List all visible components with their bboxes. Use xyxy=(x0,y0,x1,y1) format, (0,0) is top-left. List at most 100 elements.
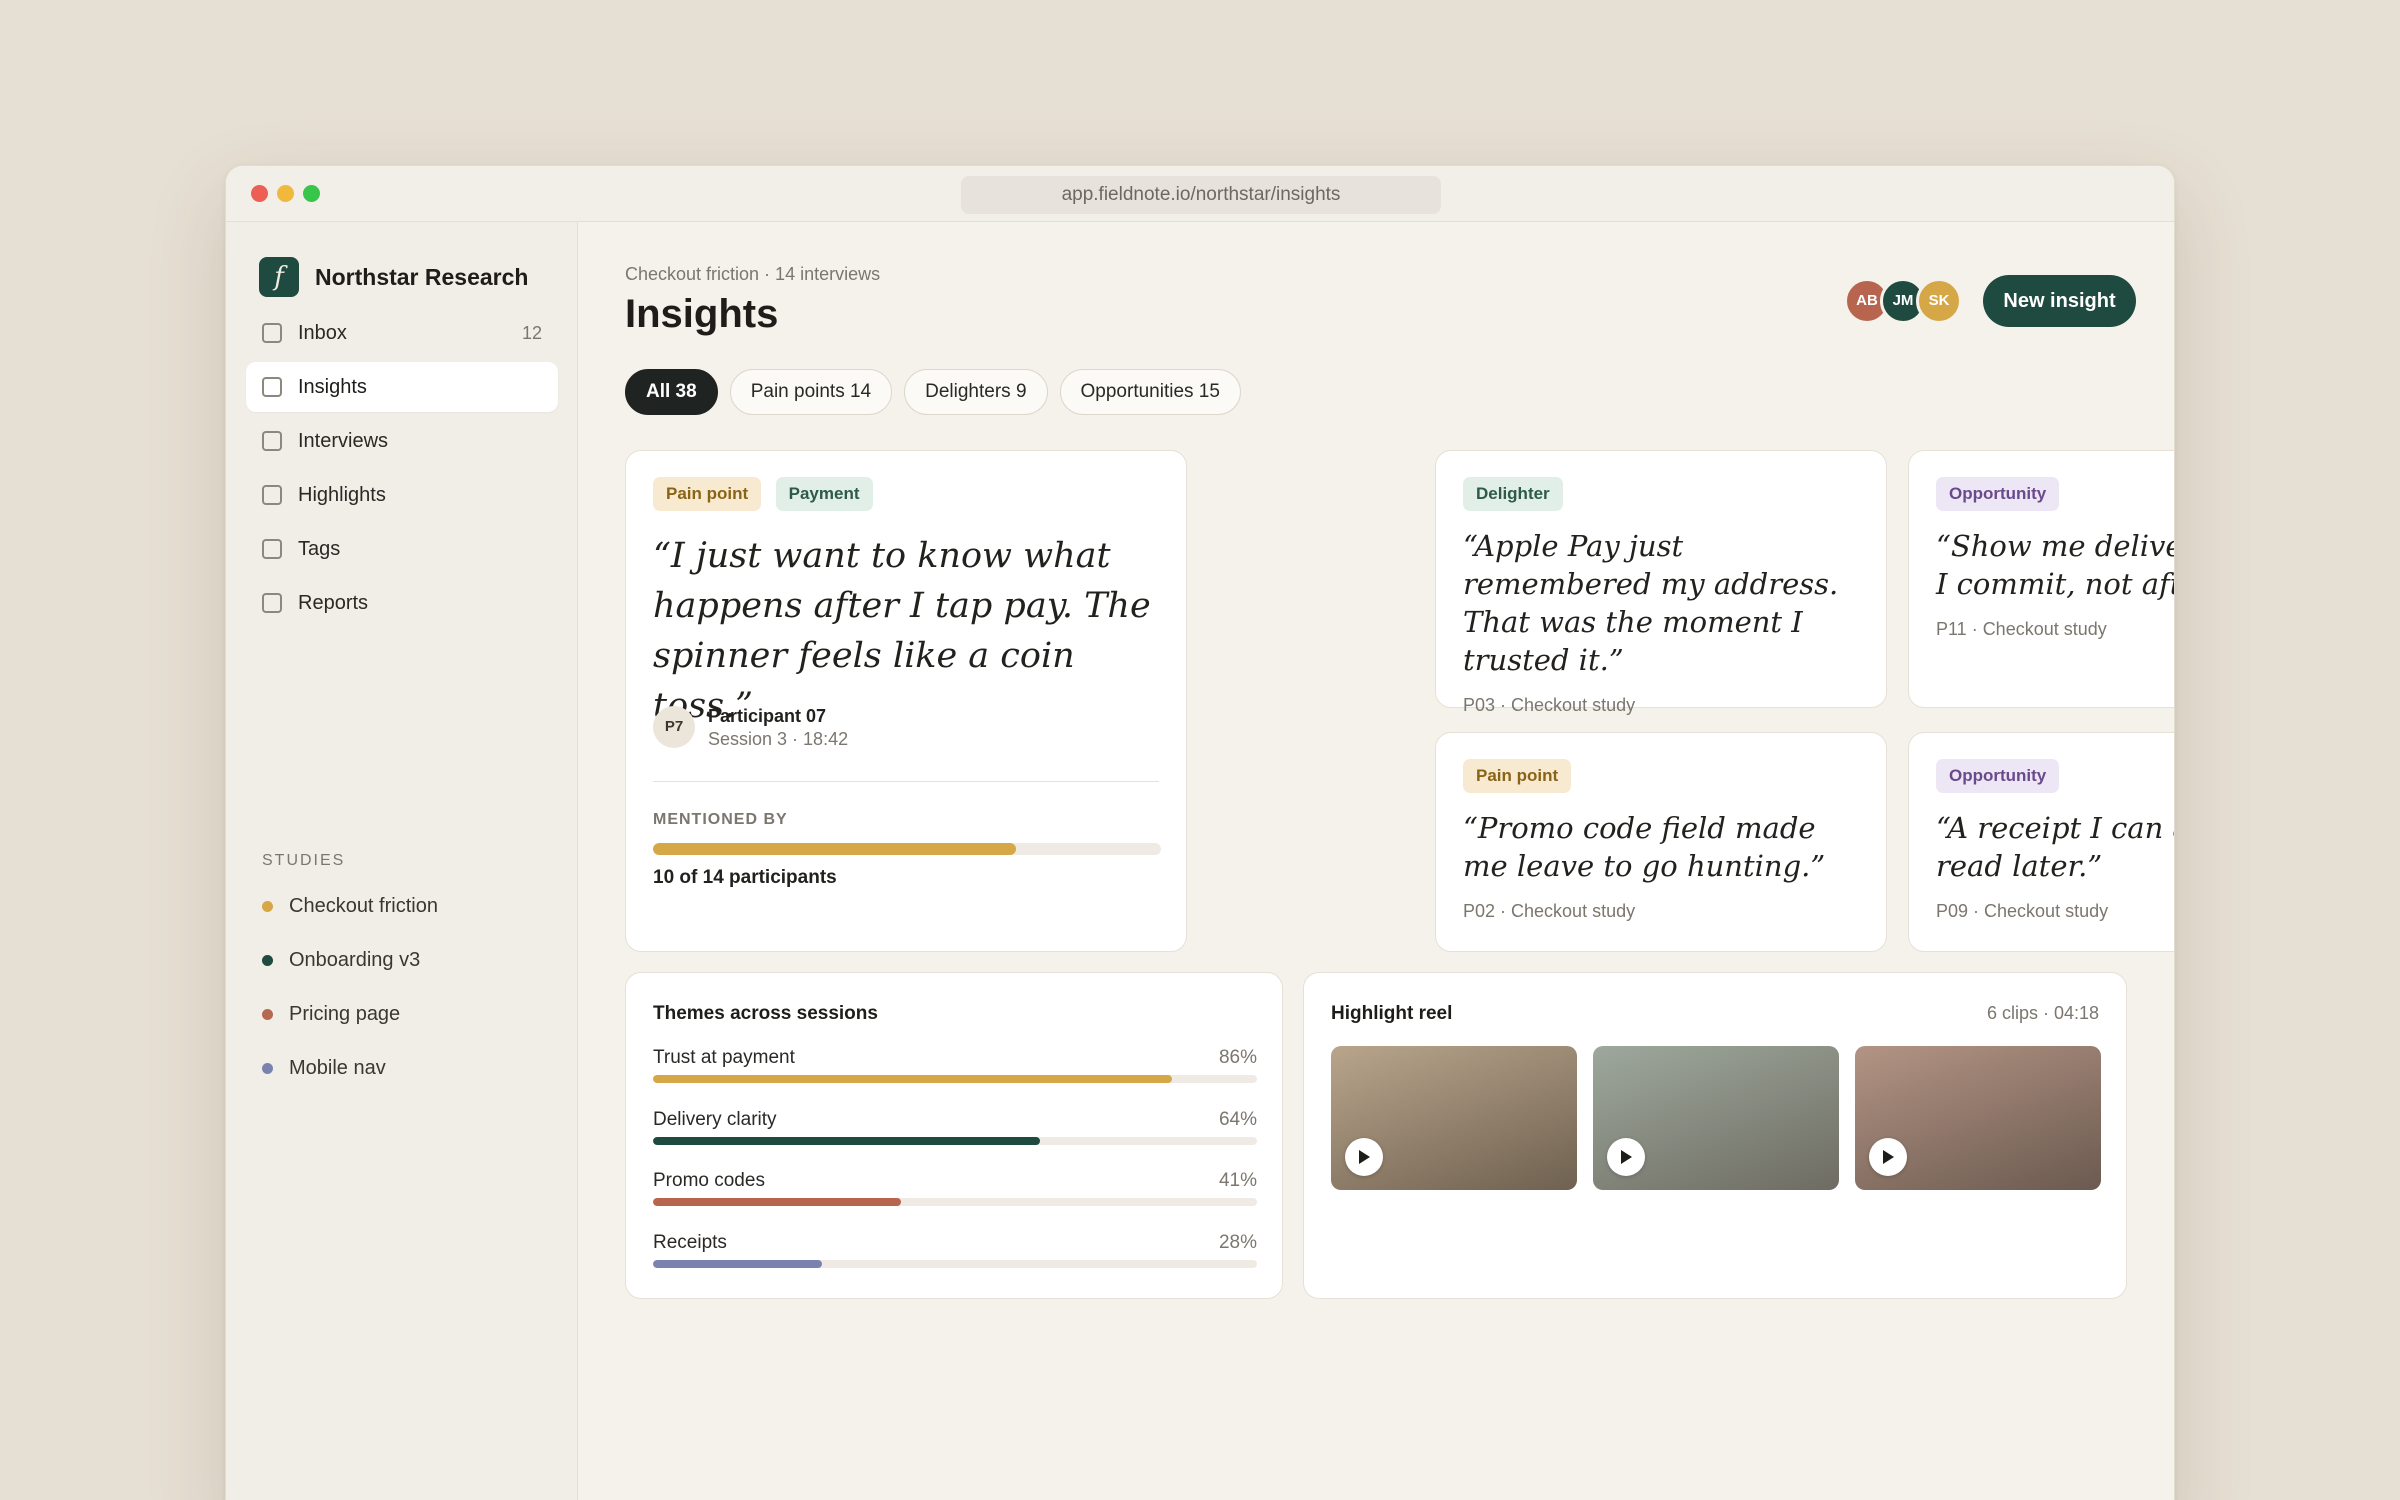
study-item-pricing-page[interactable]: Pricing page xyxy=(262,987,438,1041)
theme-bar-fill xyxy=(653,1075,1173,1083)
theme-label: Trust at payment xyxy=(653,1047,795,1068)
theme-bar-fill xyxy=(653,1198,901,1206)
insight-quote: “A receipt I can actually read later.” xyxy=(1936,811,2174,883)
theme-bar-fill xyxy=(653,1260,823,1268)
filter-opportunities[interactable]: Opportunities 15 xyxy=(1059,369,1241,415)
mentioned-count: 10 of 14 participants xyxy=(653,867,837,888)
tag-pain-point[interactable]: Pain point xyxy=(1463,759,1572,793)
study-label: Onboarding v3 xyxy=(289,948,421,971)
study-color-dot xyxy=(262,954,273,966)
sidebar-item-highlights[interactable]: Highlights xyxy=(246,470,558,520)
sidebar-item-label: Inbox xyxy=(298,321,347,344)
insight-card[interactable]: Opportunity “A receipt I can actually re… xyxy=(1908,732,2174,952)
filter-all[interactable]: All 38 xyxy=(625,369,718,415)
mentioned-progress-fill xyxy=(653,843,1016,855)
theme-row[interactable]: Trust at payment 86% xyxy=(653,1047,1257,1107)
theme-percent: 86% xyxy=(1218,1047,1257,1068)
theme-bar-track xyxy=(653,1260,1257,1268)
inbox-count-badge: 12 xyxy=(521,322,542,343)
session-info: Session 3 · 18:42 xyxy=(708,729,849,749)
close-window-button[interactable] xyxy=(251,185,268,202)
filter-pain-points[interactable]: Pain points 14 xyxy=(729,369,893,415)
sidebar-item-inbox[interactable]: Inbox 12 xyxy=(246,308,558,358)
sidebar-item-label: Highlights xyxy=(298,483,386,506)
title-bar: app.fieldnote.io/northstar/insights xyxy=(226,166,2174,222)
insight-source: P11 · Checkout study xyxy=(1936,619,2107,639)
maximize-window-button[interactable] xyxy=(303,185,320,202)
workspace-brand[interactable]: f Northstar Research xyxy=(259,257,528,297)
themes-title: Themes across sessions xyxy=(653,1003,878,1024)
collaborator-avatars[interactable]: AB JM SK xyxy=(1844,278,1962,324)
sidebar-item-label: Tags xyxy=(298,537,341,560)
tag-opportunity[interactable]: Opportunity xyxy=(1936,477,2060,511)
breadcrumb: Checkout friction · 14 interviews xyxy=(625,264,881,284)
video-clip[interactable] xyxy=(1593,1046,1839,1190)
theme-label: Receipts xyxy=(653,1232,727,1253)
tag-payment[interactable]: Payment xyxy=(775,477,873,511)
insight-source: P09 · Checkout study xyxy=(1936,901,2109,921)
study-item-checkout-friction[interactable]: Checkout friction xyxy=(262,879,438,933)
highlight-reel-panel: Highlight reel 6 clips · 04:18 xyxy=(1303,972,2127,1299)
insight-quote: “Apple Pay just remembered my address. T… xyxy=(1463,529,1839,677)
tag-list: Pain point Payment xyxy=(653,477,883,511)
theme-row[interactable]: Delivery clarity 64% xyxy=(653,1109,1257,1169)
study-label: Checkout friction xyxy=(289,894,438,917)
sidebar-item-insights[interactable]: Insights xyxy=(246,362,558,412)
divider xyxy=(653,781,1159,782)
sidebar-item-label: Interviews xyxy=(298,429,389,452)
study-label: Pricing page xyxy=(289,1002,401,1025)
mentioned-progress-bar xyxy=(653,843,1161,855)
browser-window: app.fieldnote.io/northstar/insights f No… xyxy=(225,165,2175,1500)
participant-avatar: P7 xyxy=(653,706,695,748)
themes-panel: Themes across sessions Trust at payment … xyxy=(625,972,1283,1299)
insight-quote: “Show me delivery before I commit, not a… xyxy=(1936,529,2174,601)
study-color-dot xyxy=(262,1008,273,1020)
tag-pain-point[interactable]: Pain point xyxy=(653,477,762,511)
insight-card[interactable]: Opportunity “Show me delivery before I c… xyxy=(1908,450,2174,708)
page-title: Insights xyxy=(625,292,779,336)
tag-delighter[interactable]: Delighter xyxy=(1463,477,1563,511)
theme-percent: 28% xyxy=(1218,1232,1257,1253)
insight-card[interactable]: Pain point “Promo code field made me lea… xyxy=(1435,732,1887,952)
study-color-dot xyxy=(262,1062,273,1074)
new-insight-button[interactable]: New insight xyxy=(1983,275,2136,327)
featured-insight-card[interactable]: Pain point Payment “I just want to know … xyxy=(625,450,1187,952)
play-icon[interactable] xyxy=(1607,1138,1645,1176)
theme-label: Delivery clarity xyxy=(653,1109,777,1130)
studies-heading: STUDIES xyxy=(262,852,346,869)
sidebar-item-interviews[interactable]: Interviews xyxy=(246,416,558,466)
sidebar-item-label: Reports xyxy=(298,591,369,614)
mentioned-by-heading: MENTIONED BY xyxy=(653,811,788,828)
video-clip[interactable] xyxy=(1331,1046,1577,1190)
address-bar[interactable]: app.fieldnote.io/northstar/insights xyxy=(961,176,1441,214)
theme-label: Promo codes xyxy=(653,1170,765,1191)
study-item-mobile-nav[interactable]: Mobile nav xyxy=(262,1041,438,1095)
checkbox-icon xyxy=(262,377,282,397)
theme-row[interactable]: Promo codes 41% xyxy=(653,1170,1257,1230)
theme-bar-fill xyxy=(653,1137,1040,1145)
insight-source: P03 · Checkout study xyxy=(1463,695,1636,715)
participant-name[interactable]: Participant 07 xyxy=(708,706,826,727)
tag-opportunity[interactable]: Opportunity xyxy=(1936,759,2060,793)
sidebar-item-label: Insights xyxy=(298,375,367,398)
theme-row[interactable]: Receipts 28% xyxy=(653,1232,1257,1292)
theme-bar-track xyxy=(653,1075,1257,1083)
play-icon[interactable] xyxy=(1869,1138,1907,1176)
studies-list: Checkout friction Onboarding v3 Pricing … xyxy=(262,879,438,1095)
insight-quote: “I just want to know what happens after … xyxy=(653,536,1151,726)
sidebar-item-reports[interactable]: Reports xyxy=(246,578,558,628)
filter-delighters[interactable]: Delighters 9 xyxy=(904,369,1048,415)
avatar[interactable]: SK xyxy=(1916,278,1962,324)
sidebar-item-tags[interactable]: Tags xyxy=(246,524,558,574)
theme-percent: 64% xyxy=(1218,1109,1257,1130)
minimize-window-button[interactable] xyxy=(277,185,294,202)
reel-meta: 6 clips · 04:18 xyxy=(1986,1003,2099,1023)
filter-tabs: All 38 Pain points 14 Delighters 9 Oppor… xyxy=(625,369,1253,415)
video-clip[interactable] xyxy=(1855,1046,2101,1190)
primary-nav: Inbox 12 Insights Interviews Highlights … xyxy=(246,308,558,632)
sidebar: f Northstar Research Inbox 12 Insights I… xyxy=(226,222,578,1500)
insight-card[interactable]: Delighter “Apple Pay just remembered my … xyxy=(1435,450,1887,715)
study-item-onboarding-v3[interactable]: Onboarding v3 xyxy=(262,933,438,987)
reel-title: Highlight reel xyxy=(1331,1003,1453,1024)
play-icon[interactable] xyxy=(1345,1138,1383,1176)
